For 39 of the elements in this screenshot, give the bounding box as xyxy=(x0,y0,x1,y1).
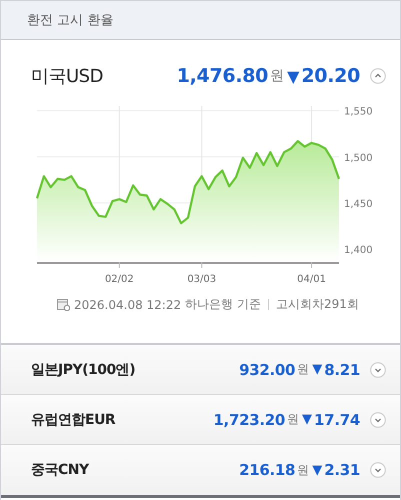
currency-name: 유럽연합EUR xyxy=(31,410,116,428)
rate-change: 2.31 xyxy=(324,461,360,479)
exchange-rate: 1,723.20 xyxy=(213,410,286,428)
y-tick-label: 1,550 xyxy=(344,106,373,118)
y-tick-label: 1,500 xyxy=(344,152,373,164)
x-tick-label: 04/01 xyxy=(297,274,326,285)
panel-title: 환전 고시 환율 xyxy=(27,12,114,29)
currency-unit: 원 xyxy=(297,462,310,478)
rate-change: 8.21 xyxy=(324,360,360,378)
currency-row[interactable]: 유럽연합EUR 1,723.20 원 ▼17.74 xyxy=(1,395,400,445)
change-arrow: ▼ xyxy=(302,412,312,427)
currency-unit: 원 xyxy=(297,361,310,378)
currency-row[interactable]: 중국CNY 216.18 원 ▼2.31 xyxy=(1,445,400,495)
currency-row[interactable]: 일본JPY(100엔) 932.00 원 ▼8.21 xyxy=(1,345,400,395)
currency-name: 일본JPY(100엔) xyxy=(31,360,136,378)
collapse-icon[interactable] xyxy=(370,68,386,84)
expand-icon[interactable] xyxy=(370,362,386,378)
currency-unit: 원 xyxy=(287,411,300,428)
rate-change: 20.20 xyxy=(301,65,360,87)
exchange-rate: 1,476.80 xyxy=(176,65,268,87)
currency-name: 미국USD xyxy=(31,65,103,88)
change-arrow: ▼ xyxy=(312,462,322,478)
rate-change: 17.74 xyxy=(314,410,360,428)
y-tick-label: 1,400 xyxy=(344,245,373,256)
y-tick-label: 1,450 xyxy=(344,198,373,210)
x-tick-label: 03/03 xyxy=(187,274,216,285)
notice-round: 고시회차291회 xyxy=(276,296,359,313)
bank-basis: 하나은행 기준 xyxy=(185,296,261,313)
notice-datetime: 2026.04.08 12:22 xyxy=(74,298,182,312)
exchange-rate: 932.00 xyxy=(239,360,296,378)
exchange-rate: 216.18 xyxy=(239,461,296,479)
expand-icon[interactable] xyxy=(370,462,386,478)
change-arrow: ▼ xyxy=(287,66,300,86)
x-tick-label: 02/02 xyxy=(104,274,134,285)
calendar-clock-icon xyxy=(57,298,70,311)
expand-icon[interactable] xyxy=(370,412,386,428)
currency-unit: 원 xyxy=(270,67,284,85)
change-arrow: ▼ xyxy=(312,362,322,377)
currency-name: 중국CNY xyxy=(31,461,89,479)
